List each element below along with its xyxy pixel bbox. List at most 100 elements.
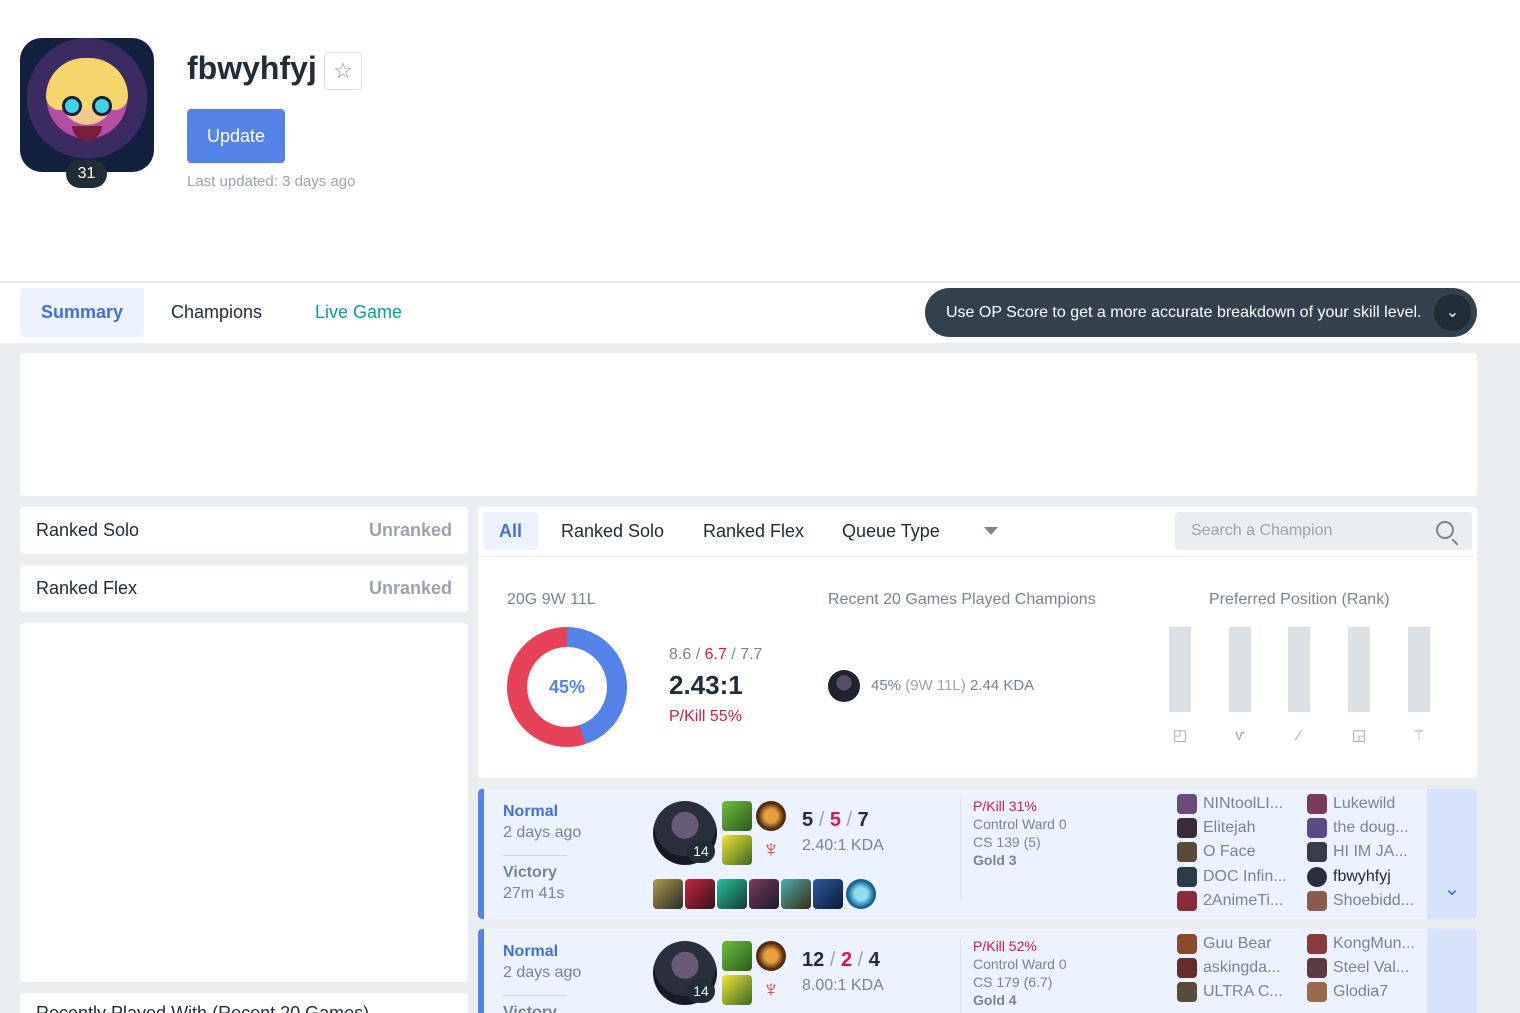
profile-header: 31 fbwyhfyj ☆ Update Last updated: 3 day… xyxy=(0,0,1520,282)
item-icon[interactable] xyxy=(685,879,715,909)
match-kda: 5 / 5 / 7 xyxy=(802,809,869,831)
ranked-solo-label: Ranked Solo xyxy=(36,520,140,540)
player-champion-icon xyxy=(1307,818,1327,838)
secondary-rune-icon[interactable]: ♆ xyxy=(756,975,786,1005)
match-duration: 27m 41s xyxy=(503,885,565,902)
avg-deaths: 6.7 xyxy=(704,646,727,663)
kills: 5 xyxy=(802,809,814,831)
team1-player[interactable]: DOC Infin... xyxy=(1177,867,1297,889)
avg-assists: 7.7 xyxy=(740,646,763,663)
expand-match-chevron-icon[interactable]: ⌄ xyxy=(1427,789,1477,919)
preferred-position-title: Preferred Position (Rank) xyxy=(1209,591,1390,608)
item-icon[interactable] xyxy=(749,879,779,909)
tab-champions[interactable]: Champions xyxy=(150,288,283,337)
team1-player[interactable]: Elitejah xyxy=(1177,818,1297,840)
player-champion-icon xyxy=(1177,794,1197,814)
divider xyxy=(478,556,1477,557)
position-bar-support xyxy=(1408,627,1430,712)
item-icon[interactable] xyxy=(781,879,811,909)
tab-live-game[interactable]: Live Game xyxy=(294,288,423,337)
team2-player[interactable]: Lukewild xyxy=(1307,794,1427,816)
match-queue: Normal xyxy=(503,803,559,820)
queue-type-select[interactable]: Queue Type xyxy=(826,512,956,550)
kda-ratio: 2.43:1 xyxy=(669,670,743,700)
champion-winrate: 45% xyxy=(871,677,902,694)
chevron-down-icon[interactable]: ⌄ xyxy=(1434,294,1471,331)
team1-player[interactable]: ULTRA C... xyxy=(1177,982,1297,1004)
winrate-percent: 45% xyxy=(527,647,607,727)
team2-player-self[interactable]: fbwyhfyj xyxy=(1307,867,1427,889)
filter-ranked-solo-tab[interactable]: Ranked Solo xyxy=(545,512,680,550)
keystone-rune-icon[interactable] xyxy=(756,801,786,831)
position-bar-top xyxy=(1169,627,1191,712)
avatar-mouth xyxy=(72,126,102,140)
match-stats: P/Kill 31% Control Ward 0 CS 139 (5) Gol… xyxy=(973,797,1067,869)
recent-champions-title: Recent 20 Games Played Champions xyxy=(828,591,1096,608)
match-row[interactable]: Normal 2 days ago Victory 14 ♆ 12 / 2 / … xyxy=(478,929,1477,1013)
player-champion-icon xyxy=(1307,934,1327,954)
control-ward: Control Ward 0 xyxy=(973,816,1067,832)
favorite-star-icon[interactable]: ☆ xyxy=(324,52,362,90)
match-row[interactable]: Normal 2 days ago Victory 27m 41s 14 ♆ 5… xyxy=(478,789,1477,919)
summoner-spell-icon[interactable] xyxy=(722,835,752,865)
summoner-spell-icon[interactable] xyxy=(722,801,752,831)
update-button[interactable]: Update xyxy=(187,109,285,163)
team2-player[interactable]: Shoebidd... xyxy=(1307,891,1427,913)
team1-player[interactable]: 2AnimeTi... xyxy=(1177,891,1297,913)
item-icon[interactable] xyxy=(813,879,843,909)
deaths: 5 xyxy=(829,809,841,831)
champion-level-badge: 14 xyxy=(687,839,715,863)
summoner-spell-icon[interactable] xyxy=(722,941,752,971)
match-summary-panel: All Ranked Solo Ranked Flex Queue Type S… xyxy=(478,507,1477,778)
avatar-eye xyxy=(62,96,82,116)
average-rank: Gold 4 xyxy=(973,992,1017,1008)
trinket-icon[interactable] xyxy=(846,879,876,909)
dropdown-arrow-icon[interactable] xyxy=(984,527,998,535)
kills: 12 xyxy=(802,949,825,971)
search-champion-input[interactable]: Search a Champion xyxy=(1175,512,1472,550)
match-time-ago: 2 days ago xyxy=(503,964,582,981)
keystone-rune-icon[interactable] xyxy=(756,941,786,971)
team2-player[interactable]: KongMun... xyxy=(1307,934,1427,956)
search-placeholder: Search a Champion xyxy=(1191,522,1333,539)
match-time-ago: 2 days ago xyxy=(503,824,582,841)
filter-all-tab[interactable]: All xyxy=(483,512,539,550)
player-champion-icon xyxy=(1177,867,1197,887)
player-champion-icon xyxy=(1177,891,1197,911)
assists: 7 xyxy=(857,809,869,831)
assists: 4 xyxy=(868,949,880,971)
summoner-spell-icon[interactable] xyxy=(722,975,752,1005)
team2-player[interactable]: HI IM JA... xyxy=(1307,842,1427,864)
team1-player[interactable]: NINtoolLI... xyxy=(1177,794,1297,816)
winrate-donut-chart: 45% xyxy=(507,627,627,747)
match-result: Victory xyxy=(503,1004,557,1013)
divider xyxy=(503,995,567,996)
tab-summary[interactable]: Summary xyxy=(20,288,145,337)
match-result: Victory xyxy=(503,864,557,881)
expand-match-chevron-icon[interactable] xyxy=(1427,929,1477,1013)
op-score-banner[interactable]: Use OP Score to get a more accurate brea… xyxy=(925,288,1477,337)
player-champion-icon xyxy=(1177,842,1197,862)
champion-kda: 2.44 KDA xyxy=(969,677,1035,694)
team2-player[interactable]: Glodia7 xyxy=(1307,982,1427,1004)
search-icon[interactable] xyxy=(1436,521,1454,539)
champion-icon[interactable] xyxy=(828,670,860,702)
team1-player[interactable]: askingda... xyxy=(1177,958,1297,980)
item-icon[interactable] xyxy=(717,879,747,909)
team2-player[interactable]: the doug... xyxy=(1307,818,1427,840)
player-champion-icon xyxy=(1177,818,1197,838)
team1-player[interactable]: O Face xyxy=(1177,842,1297,864)
team2-player[interactable]: Steel Val... xyxy=(1307,958,1427,980)
player-champion-icon xyxy=(1307,891,1327,911)
op-score-banner-text: Use OP Score to get a more accurate brea… xyxy=(946,304,1422,321)
creep-score: CS 139 (5) xyxy=(973,834,1041,850)
player-champion-icon xyxy=(1177,934,1197,954)
ranked-flex-label: Ranked Flex xyxy=(36,578,138,598)
team1-player[interactable]: Guu Bear xyxy=(1177,934,1297,956)
secondary-rune-icon[interactable]: ♆ xyxy=(756,835,786,865)
item-icon[interactable] xyxy=(653,879,683,909)
filter-ranked-flex-tab[interactable]: Ranked Flex xyxy=(687,512,820,550)
divider xyxy=(960,799,961,899)
player-champion-icon xyxy=(1307,794,1327,814)
avatar-eye xyxy=(92,96,112,116)
